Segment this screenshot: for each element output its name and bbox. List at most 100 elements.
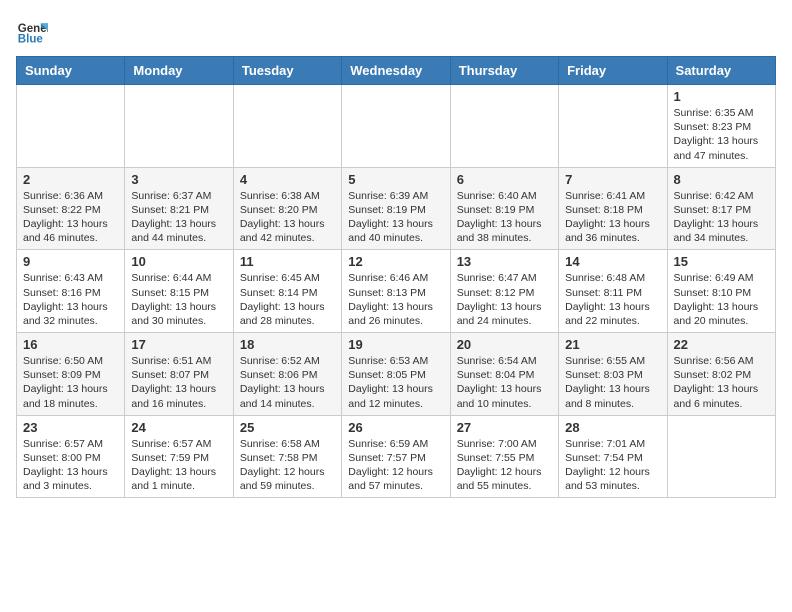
calendar-cell: 17Sunrise: 6:51 AM Sunset: 8:07 PM Dayli… — [125, 333, 233, 416]
day-info: Sunrise: 6:56 AM Sunset: 8:02 PM Dayligh… — [674, 354, 769, 411]
day-header-saturday: Saturday — [667, 57, 775, 85]
calendar-cell — [667, 415, 775, 498]
day-header-tuesday: Tuesday — [233, 57, 341, 85]
day-number: 24 — [131, 420, 226, 435]
day-info: Sunrise: 6:44 AM Sunset: 8:15 PM Dayligh… — [131, 271, 226, 328]
day-number: 1 — [674, 89, 769, 104]
calendar-week-3: 9 Sunrise: 6:43 AM Sunset: 8:16 PM Daylig… — [17, 250, 776, 333]
day-info: Sunrise: 6:40 AM Sunset: 8:19 PM Dayligh… — [457, 189, 552, 246]
calendar-cell: 11Sunrise: 6:45 AM Sunset: 8:14 PM Dayli… — [233, 250, 341, 333]
day-number: 25 — [240, 420, 335, 435]
day-number: 11 — [240, 254, 335, 269]
day-info: Sunrise: 6:43 AM Sunset: 8:16 PM Dayligh… — [23, 271, 118, 328]
day-info: Sunrise: 6:39 AM Sunset: 8:19 PM Dayligh… — [348, 189, 443, 246]
day-info: Sunrise: 6:42 AM Sunset: 8:17 PM Dayligh… — [674, 189, 769, 246]
day-info: Sunrise: 6:48 AM Sunset: 8:11 PM Dayligh… — [565, 271, 660, 328]
day-number: 15 — [674, 254, 769, 269]
days-of-week-row: SundayMondayTuesdayWednesdayThursdayFrid… — [17, 57, 776, 85]
day-number: 19 — [348, 337, 443, 352]
calendar-cell: 10 Sunrise: 6:44 AM Sunset: 8:15 PM Dayli… — [125, 250, 233, 333]
header: General Blue — [16, 16, 776, 48]
calendar-cell: 4Sunrise: 6:38 AM Sunset: 8:20 PM Daylig… — [233, 167, 341, 250]
day-info: Sunrise: 6:57 AM Sunset: 8:00 PM Dayligh… — [23, 437, 118, 494]
day-info: Sunrise: 6:51 AM Sunset: 8:07 PM Dayligh… — [131, 354, 226, 411]
calendar-cell: 16 Sunrise: 6:50 AM Sunset: 8:09 PM Dayli… — [17, 333, 125, 416]
day-number: 10 — [131, 254, 226, 269]
day-header-thursday: Thursday — [450, 57, 558, 85]
day-header-monday: Monday — [125, 57, 233, 85]
calendar-cell: 26 Sunrise: 6:59 AM Sunset: 7:57 PM Dayli… — [342, 415, 450, 498]
calendar-cell: 23 Sunrise: 6:57 AM Sunset: 8:00 PM Dayli… — [17, 415, 125, 498]
calendar-week-2: 2 Sunrise: 6:36 AM Sunset: 8:22 PM Daylig… — [17, 167, 776, 250]
day-number: 6 — [457, 172, 552, 187]
day-number: 3 — [131, 172, 226, 187]
day-info: Sunrise: 7:00 AM Sunset: 7:55 PM Dayligh… — [457, 437, 552, 494]
calendar-cell — [450, 85, 558, 168]
day-number: 14 — [565, 254, 660, 269]
calendar-cell — [125, 85, 233, 168]
day-info: Sunrise: 6:35 AM Sunset: 8:23 PM Dayligh… — [674, 106, 769, 163]
calendar-cell: 8Sunrise: 6:42 AM Sunset: 8:17 PM Daylig… — [667, 167, 775, 250]
day-number: 12 — [348, 254, 443, 269]
calendar-week-4: 16 Sunrise: 6:50 AM Sunset: 8:09 PM Dayli… — [17, 333, 776, 416]
day-info: Sunrise: 6:37 AM Sunset: 8:21 PM Dayligh… — [131, 189, 226, 246]
logo-icon: General Blue — [16, 16, 48, 48]
calendar-cell: 28 Sunrise: 7:01 AM Sunset: 7:54 PM Dayli… — [559, 415, 667, 498]
day-info: Sunrise: 6:55 AM Sunset: 8:03 PM Dayligh… — [565, 354, 660, 411]
calendar-cell: 2 Sunrise: 6:36 AM Sunset: 8:22 PM Daylig… — [17, 167, 125, 250]
calendar-cell: 25 Sunrise: 6:58 AM Sunset: 7:58 PM Dayli… — [233, 415, 341, 498]
day-info: Sunrise: 6:54 AM Sunset: 8:04 PM Dayligh… — [457, 354, 552, 411]
day-number: 9 — [23, 254, 118, 269]
day-info: Sunrise: 6:58 AM Sunset: 7:58 PM Dayligh… — [240, 437, 335, 494]
calendar-cell: 20 Sunrise: 6:54 AM Sunset: 8:04 PM Dayli… — [450, 333, 558, 416]
day-info: Sunrise: 7:01 AM Sunset: 7:54 PM Dayligh… — [565, 437, 660, 494]
day-info: Sunrise: 6:47 AM Sunset: 8:12 PM Dayligh… — [457, 271, 552, 328]
day-number: 20 — [457, 337, 552, 352]
day-number: 28 — [565, 420, 660, 435]
calendar-cell: 3 Sunrise: 6:37 AM Sunset: 8:21 PM Daylig… — [125, 167, 233, 250]
day-number: 2 — [23, 172, 118, 187]
logo: General Blue — [16, 16, 52, 48]
day-info: Sunrise: 6:59 AM Sunset: 7:57 PM Dayligh… — [348, 437, 443, 494]
calendar-cell — [233, 85, 341, 168]
day-number: 16 — [23, 337, 118, 352]
calendar-cell — [342, 85, 450, 168]
calendar-header: SundayMondayTuesdayWednesdayThursdayFrid… — [17, 57, 776, 85]
calendar-cell: 12 Sunrise: 6:46 AM Sunset: 8:13 PM Dayli… — [342, 250, 450, 333]
day-info: Sunrise: 6:53 AM Sunset: 8:05 PM Dayligh… — [348, 354, 443, 411]
calendar-cell: 1 Sunrise: 6:35 AM Sunset: 8:23 PM Daylig… — [667, 85, 775, 168]
day-number: 5 — [348, 172, 443, 187]
calendar-cell: 15 Sunrise: 6:49 AM Sunset: 8:10 PM Dayli… — [667, 250, 775, 333]
calendar-body: 1 Sunrise: 6:35 AM Sunset: 8:23 PM Daylig… — [17, 85, 776, 498]
calendar-cell — [17, 85, 125, 168]
day-info: Sunrise: 6:36 AM Sunset: 8:22 PM Dayligh… — [23, 189, 118, 246]
day-header-sunday: Sunday — [17, 57, 125, 85]
calendar-week-1: 1 Sunrise: 6:35 AM Sunset: 8:23 PM Daylig… — [17, 85, 776, 168]
day-header-wednesday: Wednesday — [342, 57, 450, 85]
day-info: Sunrise: 6:49 AM Sunset: 8:10 PM Dayligh… — [674, 271, 769, 328]
day-number: 26 — [348, 420, 443, 435]
calendar-cell: 21Sunrise: 6:55 AM Sunset: 8:03 PM Dayli… — [559, 333, 667, 416]
calendar: SundayMondayTuesdayWednesdayThursdayFrid… — [16, 56, 776, 498]
calendar-cell: 22 Sunrise: 6:56 AM Sunset: 8:02 PM Dayli… — [667, 333, 775, 416]
calendar-cell: 6 Sunrise: 6:40 AM Sunset: 8:19 PM Daylig… — [450, 167, 558, 250]
calendar-cell: 9 Sunrise: 6:43 AM Sunset: 8:16 PM Daylig… — [17, 250, 125, 333]
calendar-cell: 19 Sunrise: 6:53 AM Sunset: 8:05 PM Dayli… — [342, 333, 450, 416]
day-number: 27 — [457, 420, 552, 435]
day-number: 4 — [240, 172, 335, 187]
day-number: 22 — [674, 337, 769, 352]
calendar-cell: 14 Sunrise: 6:48 AM Sunset: 8:11 PM Dayli… — [559, 250, 667, 333]
calendar-cell: 5 Sunrise: 6:39 AM Sunset: 8:19 PM Daylig… — [342, 167, 450, 250]
day-info: Sunrise: 6:50 AM Sunset: 8:09 PM Dayligh… — [23, 354, 118, 411]
day-number: 23 — [23, 420, 118, 435]
day-info: Sunrise: 6:46 AM Sunset: 8:13 PM Dayligh… — [348, 271, 443, 328]
svg-text:Blue: Blue — [18, 34, 44, 46]
day-info: Sunrise: 6:41 AM Sunset: 8:18 PM Dayligh… — [565, 189, 660, 246]
calendar-cell: 7 Sunrise: 6:41 AM Sunset: 8:18 PM Daylig… — [559, 167, 667, 250]
day-number: 7 — [565, 172, 660, 187]
calendar-week-5: 23 Sunrise: 6:57 AM Sunset: 8:00 PM Dayli… — [17, 415, 776, 498]
calendar-cell: 27 Sunrise: 7:00 AM Sunset: 7:55 PM Dayli… — [450, 415, 558, 498]
day-number: 13 — [457, 254, 552, 269]
day-info: Sunrise: 6:52 AM Sunset: 8:06 PM Dayligh… — [240, 354, 335, 411]
day-number: 18 — [240, 337, 335, 352]
